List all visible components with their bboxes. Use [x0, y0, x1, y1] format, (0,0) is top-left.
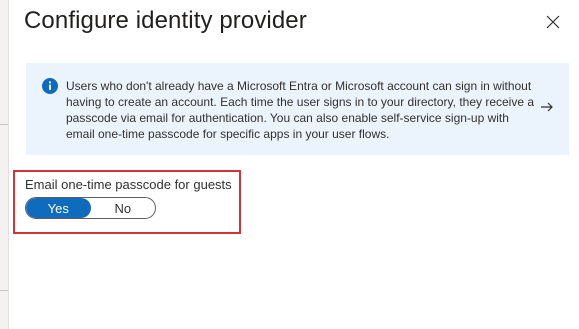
- close-icon: [546, 15, 560, 29]
- info-message-text: Users who don't already have a Microsoft…: [66, 79, 535, 141]
- arrow-right-icon[interactable]: [539, 99, 555, 115]
- close-button[interactable]: [541, 10, 565, 34]
- background-page-edge: [0, 0, 9, 329]
- edge-divider: [0, 124, 8, 125]
- edge-divider: [0, 290, 8, 291]
- email-otp-label: Email one-time passcode for guests: [25, 177, 232, 192]
- info-icon: [42, 78, 58, 94]
- email-otp-toggle[interactable]: Yes No: [25, 197, 156, 219]
- toggle-option-yes[interactable]: Yes: [26, 198, 91, 218]
- toggle-option-no[interactable]: No: [91, 198, 156, 218]
- info-message-bar: Users who don't already have a Microsoft…: [26, 63, 569, 155]
- panel-title: Configure identity provider: [24, 7, 307, 34]
